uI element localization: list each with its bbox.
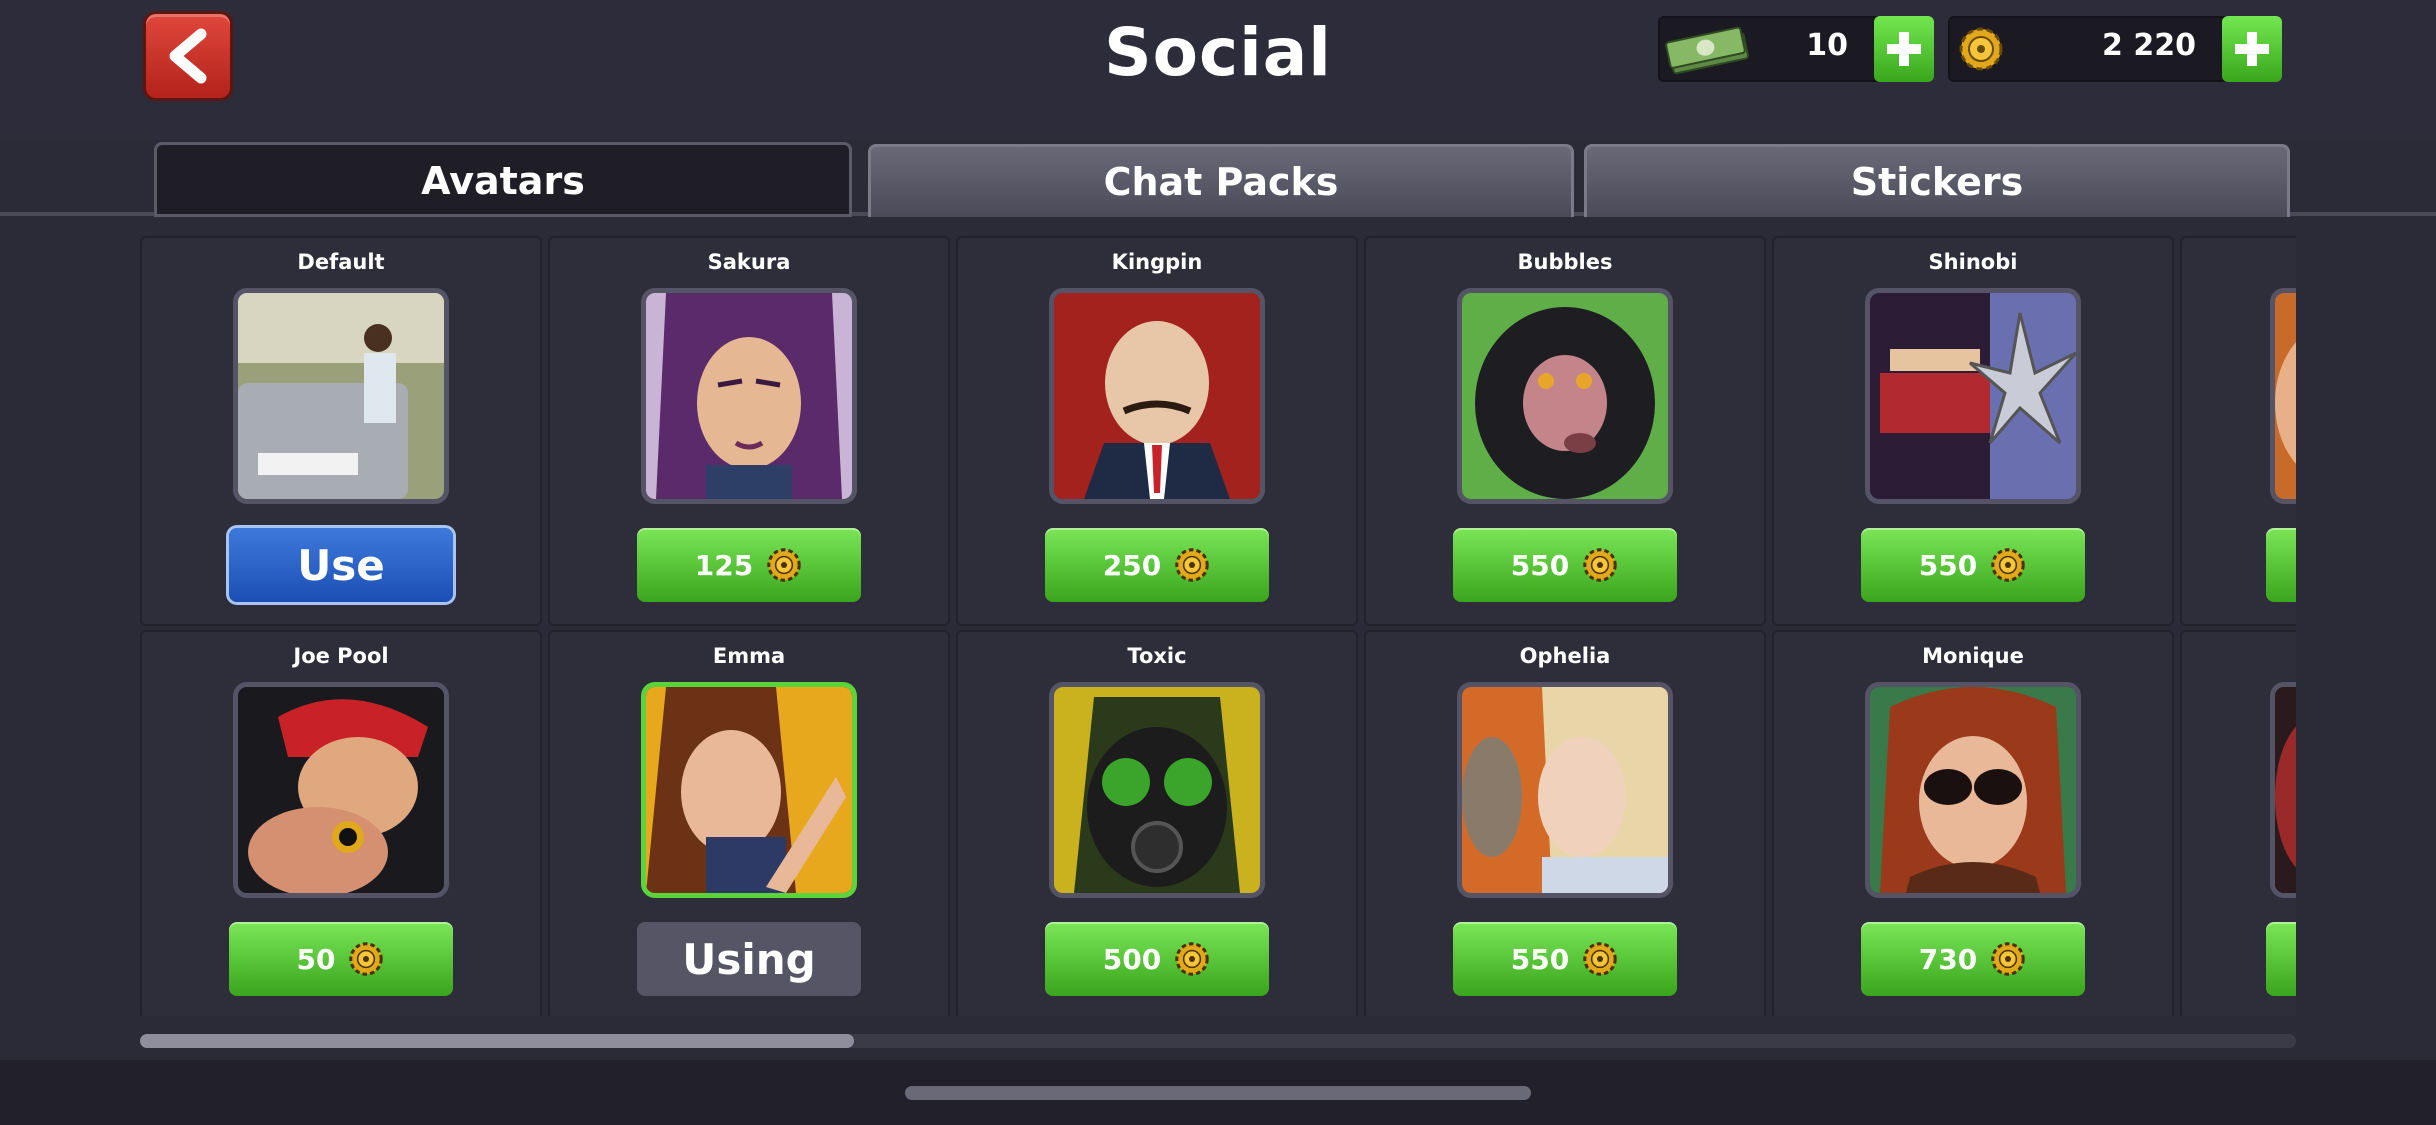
buy-button[interactable] — [2266, 922, 2296, 996]
coin-gear-icon — [1583, 942, 1617, 976]
tab-chat-packs[interactable]: Chat Packs — [868, 144, 1574, 217]
avatar-name: Joe Pool — [293, 644, 389, 668]
avatar-image-default[interactable] — [233, 288, 449, 504]
avatar-name: Default — [297, 250, 385, 274]
tab-stickers[interactable]: Stickers — [1584, 144, 2290, 217]
buy-button[interactable]: 550 — [1453, 922, 1677, 996]
coin-gear-icon — [1991, 548, 2025, 582]
avatar-name: Bubbles — [1517, 250, 1613, 274]
avatar-image-partial[interactable] — [2270, 682, 2296, 898]
buy-button[interactable] — [2266, 528, 2296, 602]
avatar-name: Kingpin — [1111, 250, 1203, 274]
price: 125 — [694, 548, 754, 582]
avatar-image-monique[interactable] — [1865, 682, 2081, 898]
avatar-card-kingpin: Kingpin 250 — [958, 238, 1356, 624]
buy-button[interactable]: 550 — [1861, 528, 2085, 602]
avatar-image-kingpin[interactable] — [1049, 288, 1265, 504]
scrollbar-thumb[interactable] — [140, 1034, 854, 1048]
coin-gear-icon — [767, 548, 801, 582]
add-cash-button[interactable] — [1874, 16, 1934, 82]
price: 550 — [1510, 942, 1570, 976]
avatar-grid: Default Use Sakura 125 Kingpin 250 Bubbl… — [140, 236, 2296, 1016]
tab-avatars[interactable]: Avatars — [154, 142, 852, 217]
avatar-card-emma: Emma Using — [550, 632, 948, 1016]
avatar-image-emma[interactable] — [641, 682, 857, 898]
cash-icon — [1665, 26, 1749, 75]
buy-button[interactable]: 250 — [1045, 528, 1269, 602]
avatar-name: Toxic — [1127, 644, 1187, 668]
cash-amount: 10 — [1806, 28, 1848, 63]
avatar-card-toxic: Toxic 500 — [958, 632, 1356, 1016]
coin-gear-icon — [1959, 27, 2003, 71]
avatar-image-toxic[interactable] — [1049, 682, 1265, 898]
avatar-name: Shinobi — [1928, 250, 2018, 274]
home-indicator[interactable] — [905, 1086, 1531, 1100]
avatar-image-joe-pool[interactable] — [233, 682, 449, 898]
using-badge: Using — [637, 922, 861, 996]
avatar-image-ophelia[interactable] — [1457, 682, 1673, 898]
buy-button[interactable]: 125 — [637, 528, 861, 602]
coins-amount: 2 220 — [2102, 28, 2196, 63]
use-button[interactable]: Use — [229, 528, 453, 602]
coin-gear-icon — [1175, 942, 1209, 976]
avatar-image-shinobi[interactable] — [1865, 288, 2081, 504]
coin-gear-icon — [1175, 548, 1209, 582]
avatar-image-bubbles[interactable] — [1457, 288, 1673, 504]
avatar-name: Monique — [1922, 644, 2024, 668]
add-coins-button[interactable] — [2222, 16, 2282, 82]
buy-button[interactable]: 50 — [229, 922, 453, 996]
avatar-card-shinobi: Shinobi 550 — [1774, 238, 2172, 624]
avatar-card-monique: Monique 730 — [1774, 632, 2172, 1016]
buy-button[interactable]: 730 — [1861, 922, 2085, 996]
price: 550 — [1918, 548, 1978, 582]
plus-icon — [1887, 32, 1921, 66]
coins-balance: 2 220 — [1948, 16, 2282, 82]
avatar-image-sakura[interactable] — [641, 288, 857, 504]
price: 500 — [1102, 942, 1162, 976]
price: 730 — [1918, 942, 1978, 976]
avatar-card-partial — [2182, 238, 2296, 624]
coin-gear-icon — [349, 942, 384, 976]
price: 50 — [296, 942, 336, 976]
plus-icon — [2235, 32, 2269, 66]
avatar-card-partial — [2182, 632, 2296, 1016]
avatar-card-joe-pool: Joe Pool 50 — [142, 632, 540, 1016]
avatar-name: Sakura — [707, 250, 791, 274]
avatar-name: Emma — [712, 644, 786, 668]
coin-gear-icon — [1991, 942, 2025, 976]
price: 550 — [1510, 548, 1570, 582]
buy-button[interactable]: 550 — [1453, 528, 1677, 602]
coin-gear-icon — [1583, 548, 1617, 582]
price: 250 — [1102, 548, 1162, 582]
avatar-card-sakura: Sakura 125 — [550, 238, 948, 624]
cash-balance: 10 — [1658, 16, 1934, 82]
buy-button[interactable]: 500 — [1045, 922, 1269, 996]
avatar-card-ophelia: Ophelia 550 — [1366, 632, 1764, 1016]
avatar-card-default: Default Use — [142, 238, 540, 624]
avatar-card-bubbles: Bubbles 550 — [1366, 238, 1764, 624]
avatar-image-partial[interactable] — [2270, 288, 2296, 504]
avatar-name: Ophelia — [1519, 644, 1611, 668]
